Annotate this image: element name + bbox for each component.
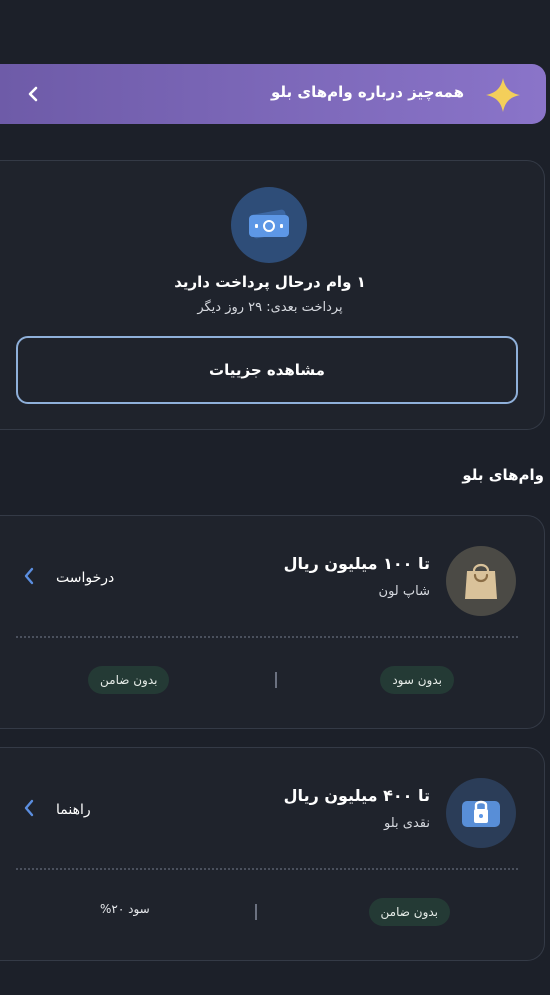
feature-badge: بدون ضامن [368, 898, 450, 926]
loan-card-blu-cash[interactable]: تا ۴۰۰ میلیون ریال نقدی بلو راهنما بدون … [0, 747, 545, 961]
request-action[interactable]: درخواست [22, 566, 114, 590]
active-loan-title: ۱ وام درحال پرداخت دارید [174, 273, 366, 291]
info-banner[interactable]: همه‌چیز درباره وام‌های بلو [0, 64, 546, 124]
sparkle-icon [484, 76, 522, 114]
chevron-left-icon [22, 566, 36, 590]
loan-amount: تا ۱۰۰ میلیون ریال [283, 554, 430, 573]
banner-title: همه‌چیز درباره وام‌های بلو [271, 83, 464, 101]
lock-wallet-icon [446, 778, 516, 848]
guide-action[interactable]: راهنما [22, 798, 91, 822]
section-title: وام‌های بلو [462, 466, 544, 484]
request-label: درخواست [56, 570, 115, 586]
loan-money-icon [231, 187, 307, 263]
next-payment-text: پرداخت بعدی: ۲۹ روز دیگر [197, 300, 343, 315]
interest-rate: سود ۲۰% [100, 902, 150, 916]
feature-badge: بدون ضامن [88, 666, 170, 694]
loan-amount: تا ۴۰۰ میلیون ریال [283, 786, 430, 805]
chevron-left-icon[interactable] [22, 82, 46, 106]
separator [255, 904, 257, 920]
chevron-left-icon [22, 798, 36, 822]
guide-label: راهنما [56, 802, 91, 818]
divider [16, 636, 518, 638]
loan-card-shop-loan[interactable]: تا ۱۰۰ میلیون ریال شاپ لون درخواست بدون … [0, 515, 545, 729]
loan-type: نقدی بلو [384, 816, 430, 831]
shopping-bag-icon [446, 546, 516, 616]
separator [275, 672, 277, 688]
divider [16, 868, 518, 870]
feature-badge: بدون سود [380, 666, 454, 694]
view-details-button[interactable]: مشاهده جزییات [16, 336, 518, 404]
loan-type: شاپ لون [378, 584, 430, 599]
active-loan-card: ۱ وام درحال پرداخت دارید پرداخت بعدی: ۲۹… [0, 160, 545, 430]
